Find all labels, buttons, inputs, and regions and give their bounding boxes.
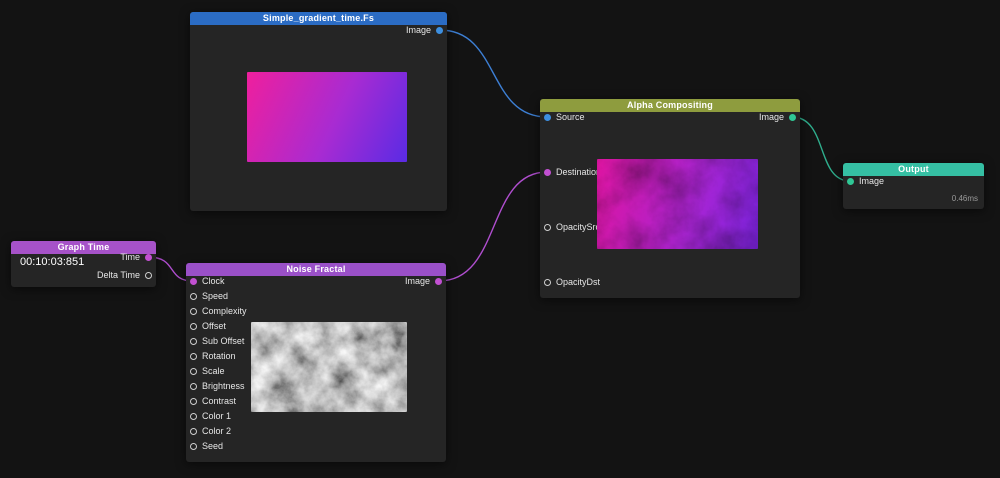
input-port-offset[interactable] <box>190 322 197 330</box>
input-port-speed[interactable] <box>190 292 197 300</box>
output-label-image: Image <box>405 25 431 35</box>
output-row-alpha-image: Image <box>759 110 796 124</box>
output-label-noise-image: Image <box>404 276 430 286</box>
output-label-alpha-image: Image <box>758 112 784 122</box>
input-label-output-image: Image <box>859 176 885 186</box>
input-label-color-2: Color 2 <box>202 426 232 436</box>
edge-alpha-to-output[interactable] <box>791 116 851 182</box>
output-row-delta-time: Delta Time <box>97 268 152 282</box>
input-port-output-image[interactable] <box>847 177 854 185</box>
input-label-opacitydst: OpacityDst <box>556 277 601 287</box>
input-port-contrast[interactable] <box>190 397 197 405</box>
output-label-time: Time <box>120 252 140 262</box>
input-label-brightness: Brightness <box>202 381 245 391</box>
input-label-sub-offset: Sub Offset <box>202 336 245 346</box>
input-label-destination: Destination <box>556 167 602 177</box>
input-port-color-2[interactable] <box>190 427 197 435</box>
node-graph-time[interactable]: Graph Time 00:10:03:851 Time Delta Time <box>11 241 156 287</box>
input-row-speed: Speed <box>190 289 228 303</box>
input-row-contrast: Contrast <box>190 394 236 408</box>
input-port-clock[interactable] <box>190 277 197 285</box>
input-label-seed: Seed <box>202 441 224 451</box>
input-label-clock: Clock <box>202 276 225 286</box>
input-port-opacitydst[interactable] <box>544 278 551 286</box>
input-port-scale[interactable] <box>190 367 197 375</box>
input-row-color-1: Color 1 <box>190 409 231 423</box>
input-label-contrast: Contrast <box>202 396 237 406</box>
output-port-image[interactable] <box>436 26 443 34</box>
node-simple-gradient-time[interactable]: Simple_gradient_time.Fs Image <box>190 12 447 211</box>
input-row-brightness: Brightness <box>190 379 245 393</box>
input-label-opacitysrc: OpacitySrc <box>556 222 601 232</box>
input-row-color-2: Color 2 <box>190 424 231 438</box>
output-label-delta-time: Delta Time <box>96 270 140 280</box>
input-label-rotation: Rotation <box>202 351 236 361</box>
output-row-noise-image: Image <box>405 274 442 288</box>
output-port-delta-time[interactable] <box>145 271 152 279</box>
noise-preview <box>251 322 407 412</box>
input-label-complexity: Complexity <box>202 306 247 316</box>
output-port-alpha-image[interactable] <box>789 113 796 121</box>
input-row-sub-offset: Sub Offset <box>190 334 244 348</box>
input-row-opacitysrc: OpacitySrc <box>544 220 600 234</box>
render-time: 0.46ms <box>951 194 978 203</box>
input-port-destination[interactable] <box>544 168 551 176</box>
output-row-image: Image <box>406 23 443 37</box>
input-row-source: Source <box>544 110 585 124</box>
input-label-speed: Speed <box>202 291 229 301</box>
input-port-color-1[interactable] <box>190 412 197 420</box>
edge-noise-to-alpha-destination[interactable] <box>438 171 548 282</box>
input-row-rotation: Rotation <box>190 349 236 363</box>
output-port-noise-image[interactable] <box>435 277 442 285</box>
input-row-clock: Clock <box>190 274 225 288</box>
output-port-time[interactable] <box>145 253 152 261</box>
input-label-source: Source <box>556 112 585 122</box>
node-noise-fractal[interactable]: Noise Fractal Clock Speed Complexity Off… <box>186 263 446 462</box>
input-row-scale: Scale <box>190 364 225 378</box>
input-port-source[interactable] <box>544 113 551 121</box>
input-row-opacitydst: OpacityDst <box>544 275 600 289</box>
input-port-complexity[interactable] <box>190 307 197 315</box>
alpha-composite-preview <box>597 159 758 249</box>
input-port-opacitysrc[interactable] <box>544 223 551 231</box>
input-port-seed[interactable] <box>190 442 197 450</box>
node-alpha-compositing[interactable]: Alpha Compositing Source Destination Opa… <box>540 99 800 298</box>
input-row-complexity: Complexity <box>190 304 247 318</box>
input-port-sub-offset[interactable] <box>190 337 197 345</box>
input-row-offset: Offset <box>190 319 226 333</box>
gradient-preview <box>247 72 407 162</box>
output-row-time: Time <box>120 250 152 264</box>
connections-layer <box>147 29 851 282</box>
edge-gradient-to-alpha-source[interactable] <box>439 29 548 118</box>
input-row-output-image: Image <box>847 174 884 188</box>
node-output[interactable]: Output Image 0.46ms <box>843 163 984 209</box>
input-row-seed: Seed <box>190 439 223 453</box>
time-display: 00:10:03:851 <box>20 256 85 268</box>
input-port-rotation[interactable] <box>190 352 197 360</box>
input-port-brightness[interactable] <box>190 382 197 390</box>
input-label-color-1: Color 1 <box>202 411 232 421</box>
input-label-offset: Offset <box>202 321 226 331</box>
input-label-scale: Scale <box>202 366 225 376</box>
input-row-destination: Destination <box>544 165 601 179</box>
